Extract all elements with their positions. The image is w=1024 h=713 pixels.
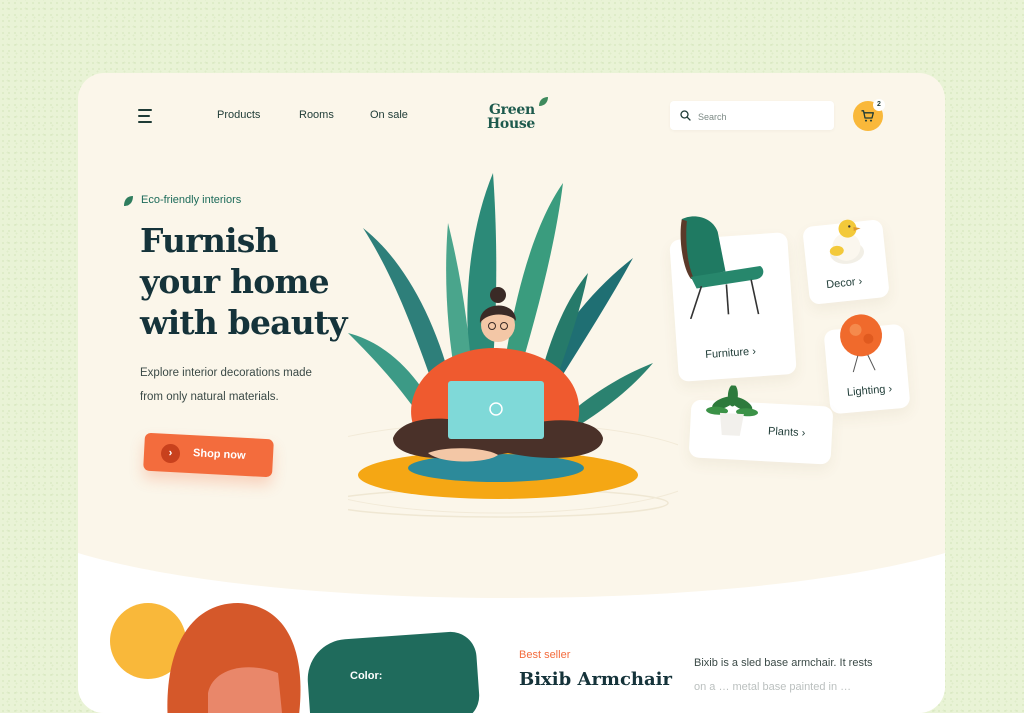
search-box[interactable]	[670, 101, 834, 130]
best-seller-badge: Best seller	[519, 649, 571, 661]
nav-link-products[interactable]: Products	[217, 109, 260, 121]
product-description: Bixib is a sled base armchair. It rests …	[694, 651, 894, 699]
chevron-right-icon: ›	[160, 443, 181, 464]
logo-line-2: House	[487, 116, 536, 132]
cart-button[interactable]: 2	[853, 99, 885, 131]
logo-leaf-icon	[539, 97, 548, 106]
hero-subtext: Explore interior decorations made from o…	[140, 361, 340, 409]
headline-line-1: Furnish	[140, 221, 279, 260]
plants-label: Plants ›	[767, 425, 806, 440]
category-card-furniture[interactable]: Furniture ›	[669, 216, 797, 382]
lamp-icon	[840, 314, 883, 373]
color-label: Color:	[350, 670, 383, 682]
product-title: Bixib Armchair	[519, 669, 672, 690]
nav-link-rooms[interactable]: Rooms	[299, 109, 334, 121]
furniture-label: Furniture ›	[704, 345, 757, 362]
shop-now-button[interactable]: › Shop now	[143, 432, 274, 478]
bird-figurine-icon	[829, 219, 864, 264]
armchair-icon	[680, 216, 764, 320]
description-line-1: Bixib is a sled base armchair. It rests	[694, 657, 873, 669]
hamburger-menu-icon[interactable]	[138, 109, 156, 123]
subtext-line-1: Explore interior decorations made	[140, 367, 312, 379]
description-line-2: on a … metal base painted in …	[694, 681, 852, 693]
search-icon	[680, 110, 691, 121]
logo-line-1: Green	[489, 102, 535, 118]
cart-icon	[861, 110, 874, 122]
decor-label: Decor ›	[825, 275, 863, 292]
headline-line-2: your home	[140, 262, 330, 301]
leaf-icon	[124, 196, 133, 206]
category-card-decor[interactable]: Decor ›	[802, 219, 890, 305]
armchair-product-image	[110, 603, 301, 713]
main-card: Products Rooms On sale Green House 2 Eco…	[78, 73, 945, 713]
cart-count-badge: 2	[873, 99, 885, 111]
shop-now-label: Shop now	[192, 447, 246, 462]
color-selector-panel	[305, 630, 481, 713]
subtext-line-2: from only natural materials.	[140, 391, 279, 403]
green-house-logo[interactable]: Green House	[487, 97, 553, 136]
search-input[interactable]	[696, 107, 830, 126]
nav-link-on-sale[interactable]: On sale	[370, 109, 408, 121]
hero-headline: Furnish your home with beauty	[140, 220, 380, 343]
lighting-label: Lighting ›	[846, 382, 893, 399]
plant-icon	[706, 384, 759, 436]
category-card-lighting[interactable]: Lighting ›	[823, 314, 911, 415]
headline-line-3: with beauty	[140, 303, 348, 342]
eco-tagline: Eco-friendly interiors	[141, 194, 242, 206]
woman-with-laptop-illustration	[348, 173, 678, 518]
category-card-plants[interactable]: Plants ›	[688, 384, 834, 465]
